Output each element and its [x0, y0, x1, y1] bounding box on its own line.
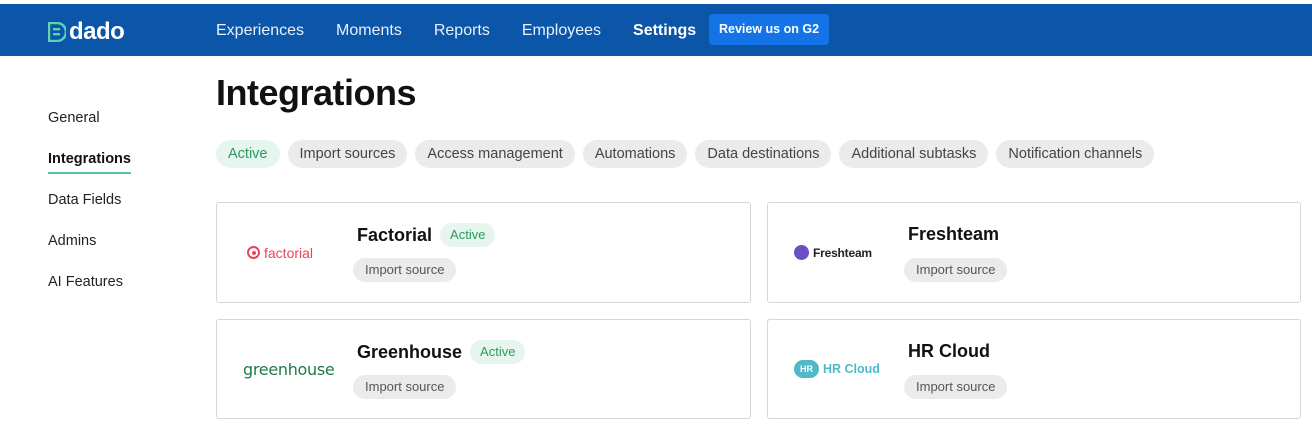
- integration-type-tag: Import source: [353, 375, 457, 399]
- integration-filter-chips: Active Import sources Access management …: [216, 140, 1162, 168]
- factorial-logo-icon: [247, 246, 260, 259]
- integration-name-row: Greenhouse Active: [357, 340, 526, 364]
- greenhouse-logo-text: greenhouse: [243, 359, 335, 379]
- integration-name: Factorial: [357, 225, 433, 245]
- integration-card-greenhouse[interactable]: greenhouse Greenhouse Active Import sour…: [216, 319, 751, 419]
- settings-sidebar: General Integrations Data Fields Admins …: [48, 108, 131, 313]
- nav-item-reports[interactable]: Reports: [434, 17, 490, 45]
- filter-chip-automations[interactable]: Automations: [582, 140, 688, 168]
- dado-logo[interactable]: dado: [47, 18, 125, 45]
- freshteam-logo: Freshteam: [788, 203, 888, 302]
- nav-item-employees[interactable]: Employees: [522, 17, 601, 45]
- integration-name-row: HR Cloud: [908, 340, 990, 362]
- hr-cloud-logo: HR HR Cloud: [788, 320, 888, 418]
- sidebar-item-label: Data Fields: [48, 192, 122, 208]
- nav-item-experiences[interactable]: Experiences: [216, 17, 304, 45]
- factorial-logo-text: factorial: [264, 244, 314, 261]
- sidebar-item-integrations[interactable]: Integrations: [48, 149, 131, 190]
- filter-chip-additional-subtasks[interactable]: Additional subtasks: [839, 140, 989, 168]
- sidebar-item-label: AI Features: [48, 274, 123, 290]
- hr-cloud-logo-icon: HR: [794, 360, 819, 378]
- sidebar-item-admins[interactable]: Admins: [48, 231, 131, 272]
- top-navigation-bar: dado Experiences Moments Reports Employe…: [0, 0, 1312, 56]
- sidebar-item-ai-features[interactable]: AI Features: [48, 272, 131, 313]
- integration-name: Freshteam: [908, 224, 1000, 244]
- filter-chip-import-sources[interactable]: Import sources: [287, 140, 408, 168]
- greenhouse-logo: greenhouse: [237, 320, 337, 418]
- integration-name: HR Cloud: [908, 341, 990, 361]
- brand-wordmark: dado: [69, 18, 125, 45]
- dado-logo-icon: [47, 21, 68, 43]
- factorial-logo: factorial: [237, 203, 337, 302]
- hr-cloud-logo-text: HR Cloud: [823, 362, 880, 376]
- review-us-on-g2-button[interactable]: Review us on G2: [709, 14, 830, 45]
- sidebar-item-general[interactable]: General: [48, 108, 131, 149]
- integration-card-freshteam[interactable]: Freshteam Freshteam Import source: [767, 202, 1301, 303]
- main-nav: Experiences Moments Reports Employees Se…: [216, 17, 728, 45]
- nav-item-settings[interactable]: Settings: [633, 17, 696, 45]
- freshteam-logo-text: Freshteam: [813, 245, 872, 260]
- sidebar-item-label: Admins: [48, 233, 97, 249]
- integration-type-tag: Import source: [904, 258, 1008, 282]
- integration-name: Greenhouse: [357, 342, 463, 362]
- filter-chip-notification-channels[interactable]: Notification channels: [996, 140, 1155, 168]
- status-badge: Active: [470, 340, 526, 364]
- integration-type-tag: Import source: [353, 258, 457, 282]
- filter-chip-data-destinations[interactable]: Data destinations: [695, 140, 832, 168]
- integration-name-row: Freshteam: [908, 223, 999, 245]
- integration-type-tag: Import source: [904, 375, 1008, 399]
- status-badge: Active: [440, 223, 496, 247]
- filter-chip-access-management[interactable]: Access management: [415, 140, 575, 168]
- page-title: Integrations: [216, 72, 417, 113]
- sidebar-item-label: Integrations: [48, 149, 131, 174]
- nav-item-moments[interactable]: Moments: [336, 17, 402, 45]
- integration-card-hr-cloud[interactable]: HR HR Cloud HR Cloud Import source: [767, 319, 1301, 419]
- filter-chip-active[interactable]: Active: [216, 140, 280, 168]
- freshteam-logo-icon: [794, 245, 809, 260]
- integration-name-row: Factorial Active: [357, 223, 496, 247]
- sidebar-item-data-fields[interactable]: Data Fields: [48, 190, 131, 231]
- integration-card-factorial[interactable]: factorial Factorial Active Import source: [216, 202, 751, 303]
- sidebar-item-label: General: [48, 110, 100, 126]
